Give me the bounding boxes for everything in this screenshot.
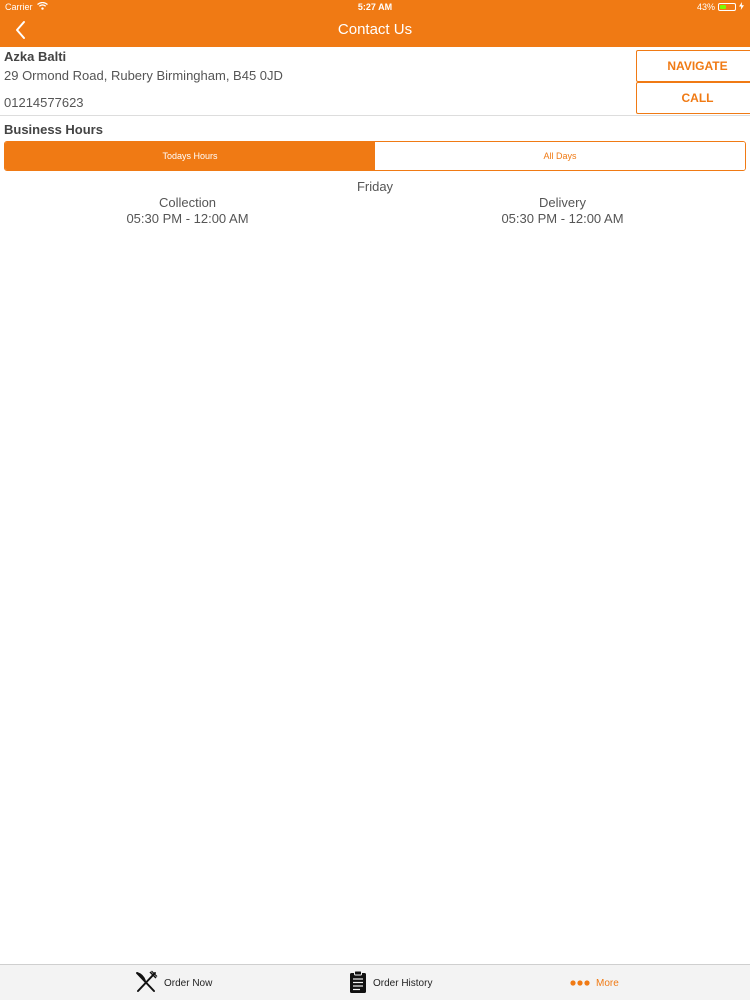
battery-icon (718, 3, 736, 11)
status-time: 5:27 AM (357, 2, 393, 12)
tab-bar: Order Now Order History More (0, 964, 750, 1000)
tab-todays-hours[interactable]: Todays Hours (5, 142, 375, 170)
business-hours-title: Business Hours (4, 122, 103, 137)
collection-hours: Collection 05:30 PM - 12:00 AM (0, 195, 375, 227)
shop-name: Azka Balti (4, 49, 67, 64)
tab-all-days[interactable]: All Days (375, 142, 745, 170)
delivery-time: 05:30 PM - 12:00 AM (501, 211, 624, 226)
tab-more-label: More (596, 977, 619, 989)
collection-time: 05:30 PM - 12:00 AM (126, 211, 249, 226)
header: Carrier 5:27 AM 43% Contact Us (0, 0, 750, 47)
shop-phone: 01214577623 (4, 95, 84, 110)
tab-order-now[interactable]: Order Now (134, 965, 212, 1001)
hours-segmented-control: Todays Hours All Days (4, 141, 746, 171)
delivery-label: Delivery (539, 195, 586, 210)
battery-percent: 43% (696, 2, 715, 12)
delivery-hours: Delivery 05:30 PM - 12:00 AM (375, 195, 750, 227)
fork-knife-icon (134, 970, 158, 997)
page-title: Contact Us (337, 21, 413, 38)
day-label: Friday (356, 179, 394, 194)
tab-order-history[interactable]: Order History (349, 965, 432, 1001)
charging-icon (739, 2, 744, 12)
status-bar: Carrier 5:27 AM 43% (0, 0, 750, 14)
shop-address: 29 Ormond Road, Rubery Birmingham, B45 0… (4, 68, 283, 83)
tab-order-history-label: Order History (373, 977, 433, 989)
tab-more[interactable]: More (570, 965, 619, 1001)
tab-order-now-label: Order Now (164, 977, 213, 989)
more-dots-icon (570, 978, 590, 989)
collection-label: Collection (158, 195, 217, 210)
battery-fill (720, 5, 726, 9)
contact-section: Azka Balti 29 Ormond Road, Rubery Birmin… (0, 47, 750, 116)
call-button[interactable]: CALL (636, 82, 750, 114)
clipboard-icon (349, 970, 367, 997)
status-right: 43% (697, 2, 744, 12)
navigate-button[interactable]: NAVIGATE (636, 50, 750, 82)
